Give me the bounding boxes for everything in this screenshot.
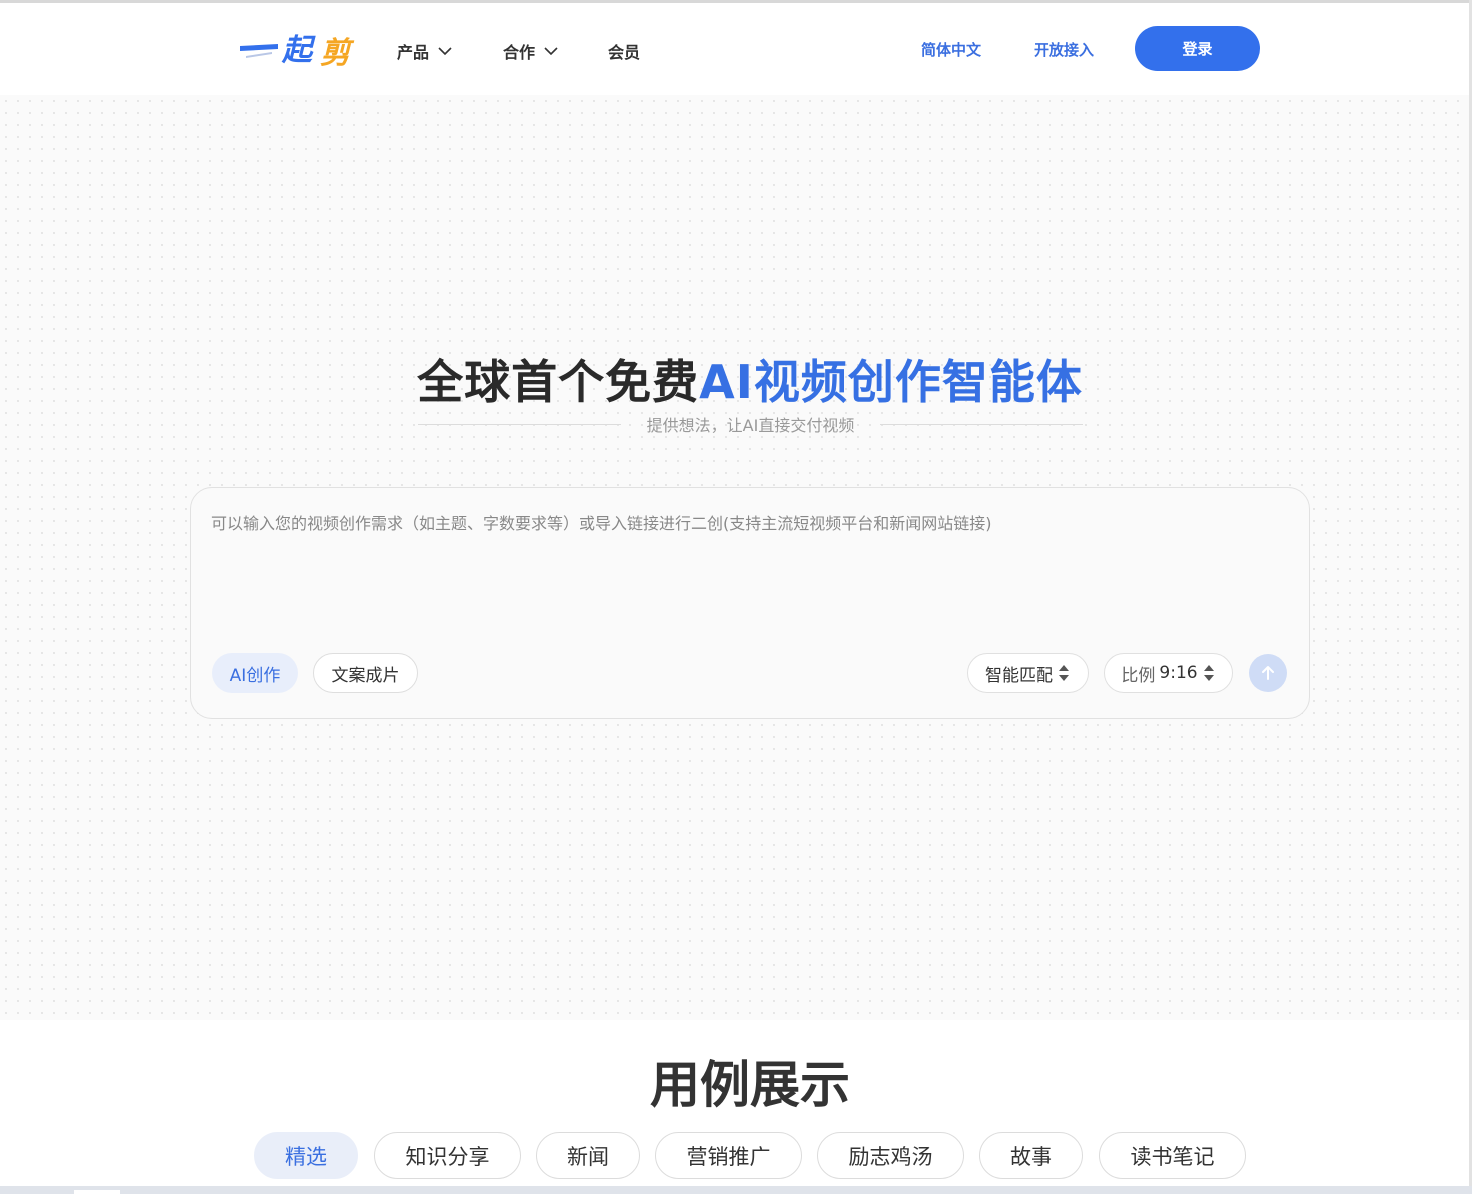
nav-membership[interactable]: 会员 <box>608 37 640 65</box>
nav-cooperation-label: 合作 <box>503 43 536 62</box>
mode-ai-create-button[interactable]: AI创作 <box>212 653 298 693</box>
prompt-input[interactable] <box>211 510 1291 630</box>
hero-title-plain: 全球首个免费 <box>417 355 700 409</box>
mode-script-to-video-button[interactable]: 文案成片 <box>313 653 418 693</box>
window-bottom-tab <box>74 1190 120 1194</box>
ratio-select-label: 比例 <box>1121 665 1156 686</box>
sort-updown-icon <box>1059 665 1069 681</box>
nav-product-label: 产品 <box>397 43 430 62</box>
tab-story[interactable]: 故事 <box>979 1132 1083 1179</box>
language-switcher[interactable]: 简体中文 <box>921 39 981 60</box>
hero-title-accent: AI视频创作智能体 <box>699 355 1083 409</box>
brand-logo-mark: 起 剪 <box>240 33 355 69</box>
tab-motivation[interactable]: 励志鸡汤 <box>817 1132 964 1179</box>
send-button[interactable] <box>1249 654 1287 692</box>
divider-left <box>418 423 621 425</box>
tab-featured[interactable]: 精选 <box>254 1132 358 1179</box>
top-navbar: 起 剪 产品 合作 会员 简体中文 开放接入 登录 <box>0 3 1469 95</box>
hero-subtitle: 提供想法，让AI直接交付视频 <box>646 416 855 435</box>
hero-subtitle-row: 提供想法，让AI直接交付视频 <box>418 411 1084 437</box>
nav-cooperation[interactable]: 合作 <box>503 37 559 65</box>
examples-title: 用例展示 <box>650 1056 850 1114</box>
ratio-select-value: 9:16 <box>1159 663 1198 683</box>
chevron-down-icon <box>544 47 558 56</box>
nav-product[interactable]: 产品 <box>397 37 453 65</box>
sort-updown-icon <box>1203 665 1214 681</box>
ratio-select[interactable]: 比例 9:16 <box>1104 653 1233 693</box>
prompt-composer: AI创作 文案成片 智能匹配 比例 9:16 <box>190 487 1310 719</box>
divider-right <box>880 423 1084 425</box>
open-access-link[interactable]: 开放接入 <box>1034 39 1094 60</box>
chevron-down-icon <box>438 47 452 56</box>
svg-text:剪: 剪 <box>320 36 355 69</box>
match-select[interactable]: 智能匹配 <box>967 653 1089 693</box>
svg-text:起: 起 <box>281 33 316 68</box>
match-select-value: 智能匹配 <box>985 665 1053 686</box>
arrow-up-icon <box>1262 666 1274 680</box>
brand-logo[interactable]: 起 剪 <box>238 29 362 69</box>
tab-marketing[interactable]: 营销推广 <box>655 1132 802 1179</box>
nav-membership-label: 会员 <box>608 43 641 62</box>
window-bottom-bar <box>0 1186 1472 1194</box>
tab-reading-notes[interactable]: 读书笔记 <box>1099 1132 1246 1179</box>
login-button[interactable]: 登录 <box>1135 26 1260 71</box>
tab-news[interactable]: 新闻 <box>536 1132 640 1179</box>
tab-knowledge[interactable]: 知识分享 <box>374 1132 521 1179</box>
hero-title: 全球首个免费AI视频创作智能体 <box>0 346 1472 412</box>
